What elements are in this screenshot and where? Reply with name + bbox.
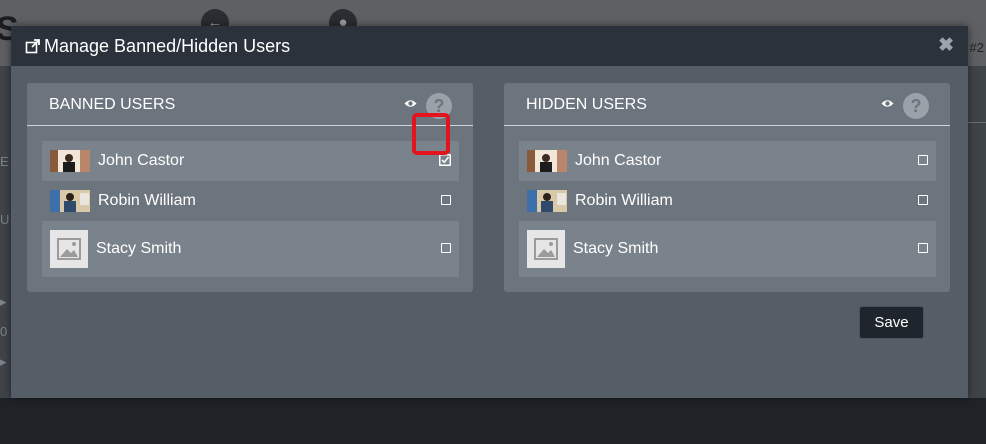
user-row[interactable]: John Castor [519,141,936,181]
background-side-text: U [0,212,10,227]
hidden-users-list: John Castor Robin William Stacy Smith [519,141,936,277]
avatar [527,190,567,212]
user-name: Stacy Smith [573,240,659,257]
eye-icon[interactable] [404,98,417,109]
background-sidebar: E U ▸ 0 ▸ [0,66,11,398]
user-name: Robin William [575,192,673,209]
image-placeholder-icon [527,230,565,268]
user-row[interactable]: Stacy Smith [42,221,459,277]
external-link-icon [25,39,40,54]
manage-users-modal: Manage Banned/Hidden Users ✖ BANNED USER… [11,26,968,398]
user-name: Robin William [98,192,196,209]
checkbox[interactable] [441,243,451,253]
background-divider [968,122,986,123]
checkbox[interactable] [441,195,451,205]
user-row[interactable]: Robin William [519,181,936,221]
user-row[interactable]: John Castor [42,141,459,181]
modal-title: Manage Banned/Hidden Users [44,36,291,56]
highlight-box [412,113,450,155]
help-icon[interactable]: ? [903,93,929,119]
background-footer [0,398,986,444]
banned-users-list: John Castor Robin William Stacy Smith [42,141,459,277]
background-side-text: ▸ [0,294,7,309]
modal-header: Manage Banned/Hidden Users ✖ [11,26,968,66]
user-name: John Castor [575,152,662,169]
user-name: John Castor [98,152,185,169]
panel-header: HIDDEN USERS ? [504,83,950,126]
checkbox[interactable] [918,243,928,253]
image-placeholder-icon [50,230,88,268]
checkbox[interactable] [918,155,928,165]
eye-icon[interactable] [881,98,894,109]
background-side-text: E [0,154,9,169]
background-side-text: 0 [0,324,8,339]
user-row[interactable]: Stacy Smith [519,221,936,277]
background-side-text: ▸ [0,354,7,369]
save-button[interactable]: Save [859,306,924,339]
avatar [50,190,90,212]
checkbox[interactable] [918,195,928,205]
panel-title: BANNED USERS [49,96,176,113]
background-right-strip [968,66,986,398]
close-icon[interactable]: ✖ [938,34,954,57]
banned-users-panel: BANNED USERS ? John Castor Robin William… [27,83,473,292]
user-row[interactable]: Robin William [42,181,459,221]
hidden-users-panel: HIDDEN USERS ? John Castor Robin William… [504,83,950,292]
panel-header: BANNED USERS ? [27,83,473,126]
background-hash-text: #2 [969,40,984,55]
panel-title: HIDDEN USERS [526,96,647,113]
user-name: Stacy Smith [96,240,182,257]
checked-checkbox[interactable] [439,154,451,166]
avatar [527,150,567,172]
avatar [50,150,90,172]
